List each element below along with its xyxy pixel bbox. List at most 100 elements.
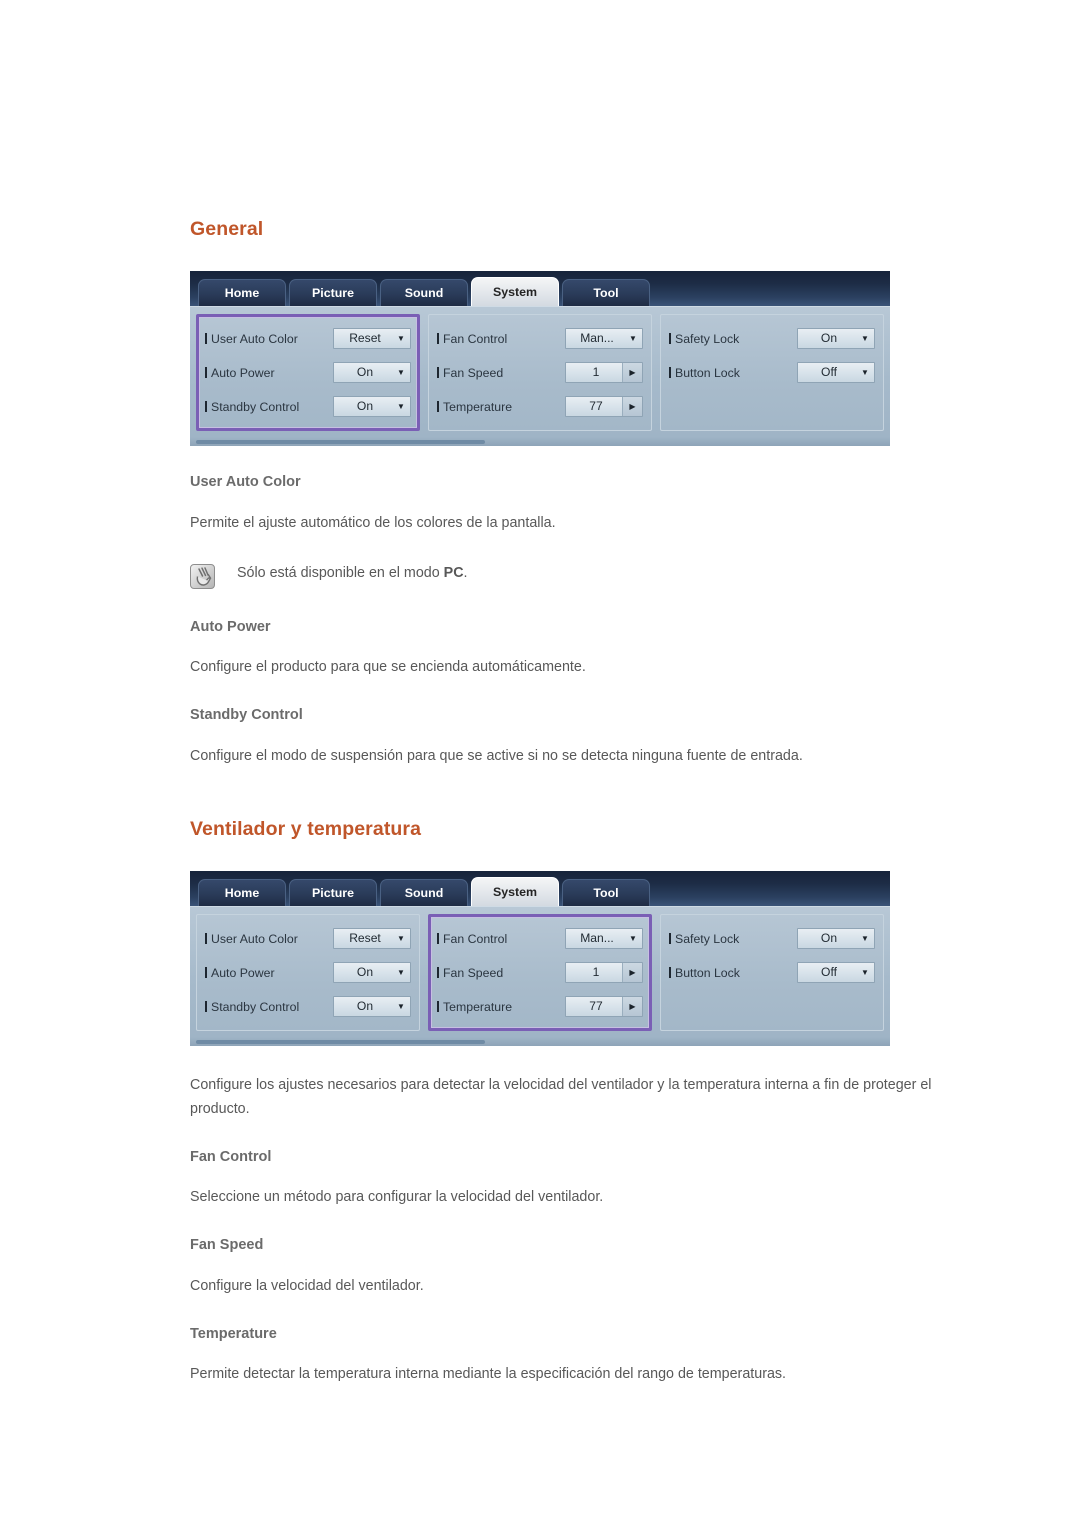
osd-dropdown-user-auto-color[interactable]: Reset ▼ [333, 328, 411, 350]
osd-tab-tool[interactable]: Tool [562, 879, 650, 907]
osd-label-safety-lock: Safety Lock [669, 332, 797, 346]
osd-label-auto-power: Auto Power [205, 966, 333, 980]
osd-dropdown-user-auto-color[interactable]: Reset ▼ [333, 928, 411, 950]
section-heading-general: General [190, 218, 264, 240]
osd-row-standby-control[interactable]: Standby Control On ▼ [205, 992, 411, 1021]
subheading-auto-power: Auto Power [190, 618, 271, 635]
osd-row-fan-control[interactable]: Fan Control Man... ▼ [437, 324, 643, 353]
chevron-down-icon: ▼ [861, 934, 869, 944]
osd-row-auto-power[interactable]: Auto Power On ▼ [205, 958, 411, 987]
bullet-icon [437, 367, 439, 379]
osd-label-user-auto-color: User Auto Color [205, 932, 333, 946]
osd-row-button-lock[interactable]: Button Lock Off ▼ [669, 958, 875, 987]
osd-value-user-auto-color: Reset [349, 331, 381, 346]
note-pen-icon [190, 563, 215, 589]
osd-row-safety-lock[interactable]: Safety Lock On ▼ [669, 324, 875, 353]
text-fan-control: Seleccione un método para configurar la … [190, 1189, 604, 1206]
osd-tab-tool[interactable]: Tool [562, 279, 650, 307]
osd-tabbar: Home Picture Sound System Tool [190, 271, 890, 307]
arrow-right-icon[interactable]: ▶ [622, 363, 642, 383]
osd-label-standby-control: Standby Control [205, 400, 333, 414]
bullet-icon [437, 967, 439, 979]
bullet-icon [205, 367, 207, 379]
osd-dropdown-safety-lock[interactable]: On ▼ [797, 928, 875, 950]
osd-body: User Auto Color Reset ▼ Auto Power On ▼ [190, 306, 890, 438]
osd-column-fan: Fan Control Man... ▼ Fan Speed 1 ▶ Tempe… [428, 914, 652, 1032]
arrow-right-icon[interactable]: ▶ [622, 397, 642, 417]
subheading-standby-control: Standby Control [190, 707, 303, 724]
osd-value-standby-control: On [356, 999, 374, 1014]
osd-row-user-auto-color[interactable]: User Auto Color Reset ▼ [205, 924, 411, 953]
text-auto-power: Configure el producto para que se encien… [190, 659, 586, 676]
osd-stepper-temperature[interactable]: 77 ▶ [565, 396, 643, 418]
chevron-down-icon: ▼ [397, 334, 405, 344]
osd-tab-home[interactable]: Home [198, 879, 286, 907]
text-standby-control: Configure el modo de suspensión para que… [190, 747, 803, 764]
osd-label-fan-speed: Fan Speed [437, 966, 565, 980]
note-block: Sólo está disponible en el modo PC. [190, 563, 990, 589]
osd-label-button-lock: Button Lock [669, 366, 797, 380]
osd-value-temperature: 77 [589, 399, 603, 414]
osd-tab-sound[interactable]: Sound [380, 879, 468, 907]
osd-tab-picture[interactable]: Picture [289, 279, 377, 307]
osd-row-button-lock[interactable]: Button Lock Off ▼ [669, 358, 875, 387]
osd-row-temperature[interactable]: Temperature 77 ▶ [437, 992, 643, 1021]
arrow-right-icon[interactable]: ▶ [622, 963, 642, 983]
chevron-down-icon: ▼ [397, 968, 405, 978]
osd-scrollbar-thumb[interactable] [196, 1039, 485, 1044]
chevron-down-icon: ▼ [397, 934, 405, 944]
osd-value-fan-speed: 1 [592, 365, 600, 380]
osd-label-button-lock: Button Lock [669, 966, 797, 980]
section-heading-ventilador: Ventilador y temperatura [190, 818, 422, 841]
osd-column-lock: Safety Lock On ▼ Button Lock Off ▼ [660, 914, 884, 1032]
osd-tab-picture[interactable]: Picture [289, 879, 377, 907]
osd-dropdown-button-lock[interactable]: Off ▼ [797, 962, 875, 984]
osd-dropdown-safety-lock[interactable]: On ▼ [797, 328, 875, 350]
bullet-icon [437, 333, 439, 345]
osd-label-safety-lock: Safety Lock [669, 932, 797, 946]
osd-row-fan-speed[interactable]: Fan Speed 1 ▶ [437, 958, 643, 987]
bullet-icon [205, 333, 207, 345]
bullet-icon [205, 933, 207, 945]
chevron-down-icon: ▼ [861, 968, 869, 978]
osd-column-lock: Safety Lock On ▼ Button Lock Off ▼ [660, 314, 884, 432]
document-content: General Home Picture Sound System Tool U… [190, 218, 990, 1386]
bullet-icon [669, 333, 671, 345]
osd-dropdown-auto-power[interactable]: On ▼ [333, 962, 411, 984]
osd-scrollbar-track[interactable] [190, 437, 890, 447]
arrow-right-icon[interactable]: ▶ [622, 997, 642, 1017]
osd-row-temperature[interactable]: Temperature 77 ▶ [437, 392, 643, 421]
osd-dropdown-fan-control[interactable]: Man... ▼ [565, 328, 643, 350]
osd-scrollbar-thumb[interactable] [196, 439, 485, 444]
subheading-fan-speed: Fan Speed [190, 1237, 264, 1254]
osd-body: User Auto Color Reset ▼ Auto Power On ▼ [190, 906, 890, 1038]
osd-tab-home[interactable]: Home [198, 279, 286, 307]
osd-dropdown-button-lock[interactable]: Off ▼ [797, 362, 875, 384]
osd-row-standby-control[interactable]: Standby Control On ▼ [205, 392, 411, 421]
osd-row-fan-speed[interactable]: Fan Speed 1 ▶ [437, 358, 643, 387]
osd-row-fan-control[interactable]: Fan Control Man... ▼ [437, 924, 643, 953]
bullet-icon [205, 967, 207, 979]
osd-row-auto-power[interactable]: Auto Power On ▼ [205, 358, 411, 387]
osd-tab-system[interactable]: System [471, 277, 559, 307]
osd-stepper-temperature[interactable]: 77 ▶ [565, 996, 643, 1018]
osd-stepper-fan-speed[interactable]: 1 ▶ [565, 962, 643, 984]
osd-value-auto-power: On [356, 365, 374, 380]
osd-row-safety-lock[interactable]: Safety Lock On ▼ [669, 924, 875, 953]
osd-label-user-auto-color: User Auto Color [205, 332, 333, 346]
osd-tab-system[interactable]: System [471, 877, 559, 907]
bullet-icon [669, 967, 671, 979]
osd-dropdown-standby-control[interactable]: On ▼ [333, 396, 411, 418]
osd-menu-fan: Home Picture Sound System Tool User Auto… [190, 871, 890, 1047]
osd-tabbar: Home Picture Sound System Tool [190, 871, 890, 907]
osd-dropdown-auto-power[interactable]: On ▼ [333, 362, 411, 384]
osd-row-user-auto-color[interactable]: User Auto Color Reset ▼ [205, 324, 411, 353]
osd-stepper-fan-speed[interactable]: 1 ▶ [565, 362, 643, 384]
subheading-temperature: Temperature [190, 1325, 277, 1342]
osd-dropdown-fan-control[interactable]: Man... ▼ [565, 928, 643, 950]
osd-value-fan-speed: 1 [592, 965, 600, 980]
osd-column-fan: Fan Control Man... ▼ Fan Speed 1 ▶ Tempe… [428, 314, 652, 432]
osd-scrollbar-track[interactable] [190, 1037, 890, 1047]
osd-dropdown-standby-control[interactable]: On ▼ [333, 996, 411, 1018]
osd-tab-sound[interactable]: Sound [380, 279, 468, 307]
